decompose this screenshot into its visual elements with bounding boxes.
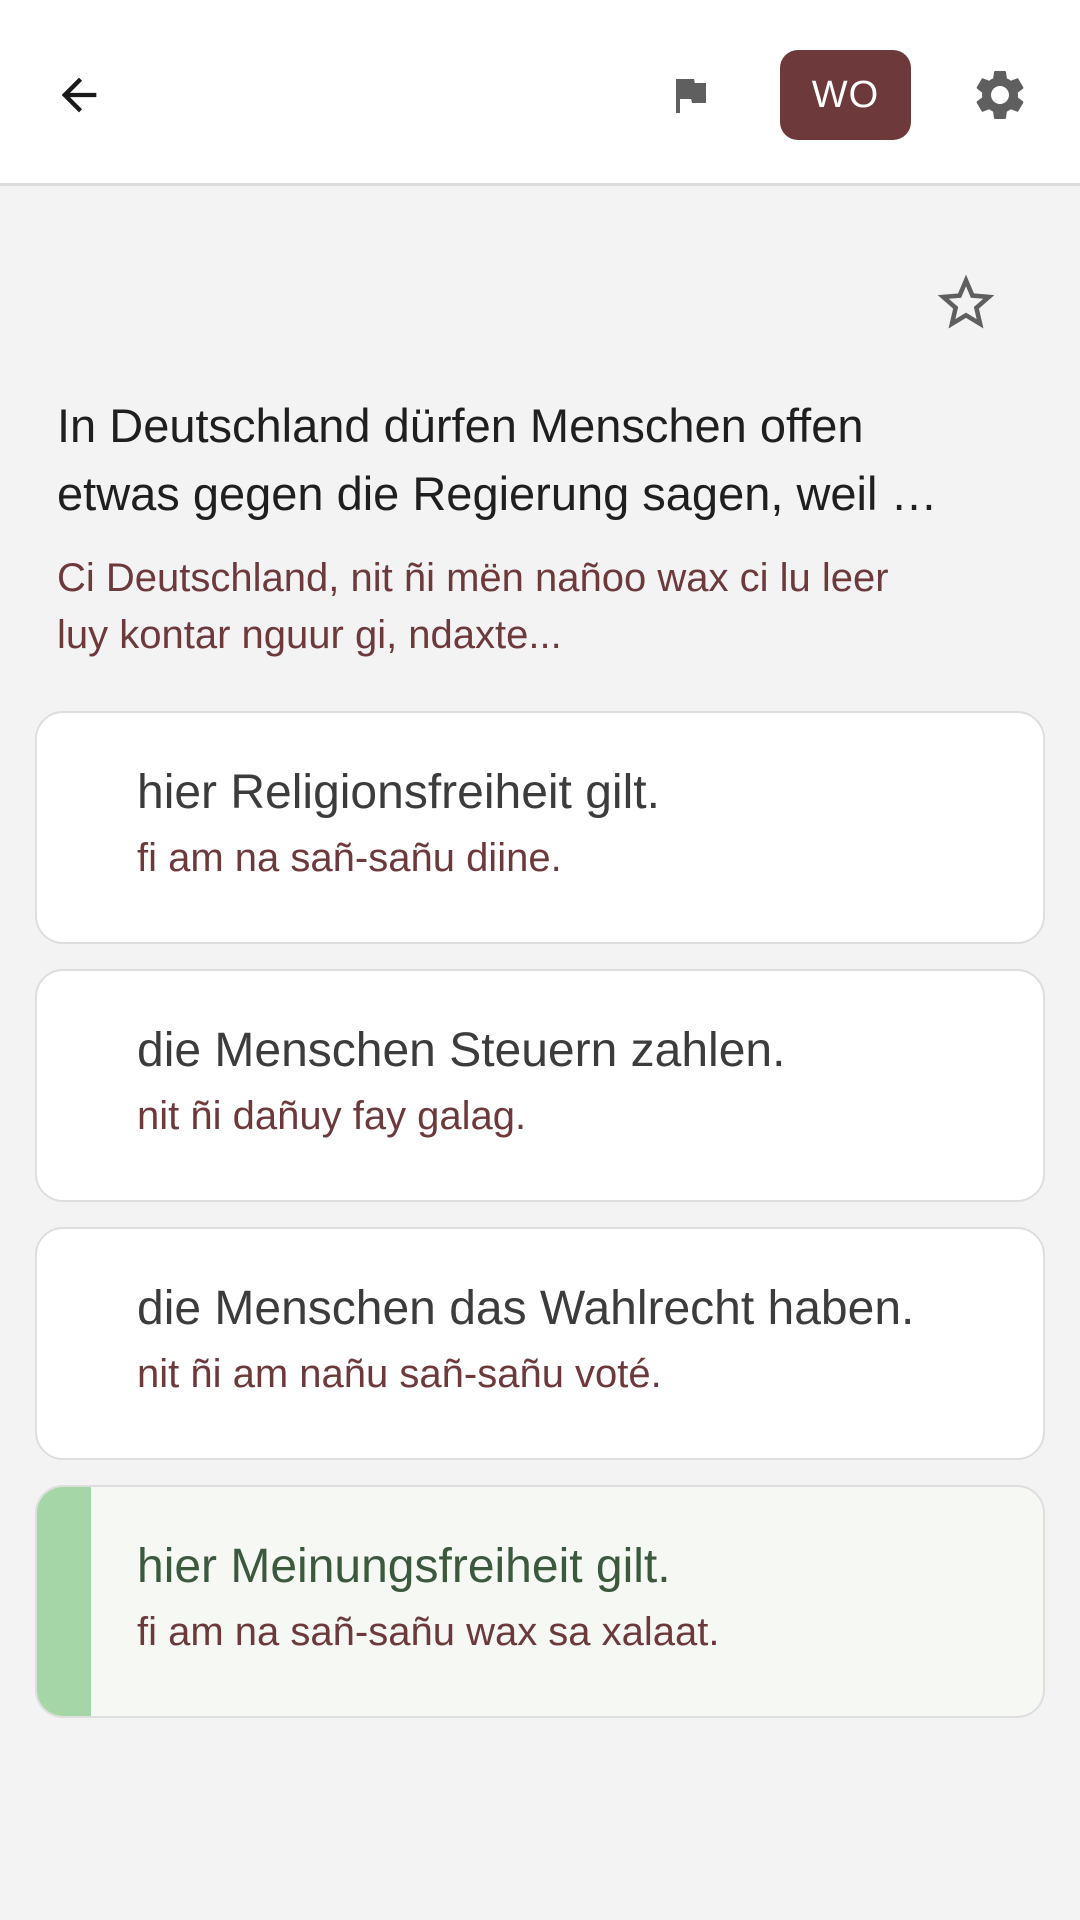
answer-text: hier Meinungsfreiheit gilt. — [137, 1540, 671, 1593]
question-translation: Ci Deutschland, nit ñi mën nañoo wax ci … — [57, 556, 889, 657]
arrow-back-icon — [61, 77, 97, 113]
answer-option-3[interactable]: die Menschen das Wahlrecht haben. nit ñi… — [35, 1227, 1045, 1460]
correct-answer-indicator — [37, 1487, 91, 1716]
answer-option-4-correct[interactable]: hier Meinungsfreiheit gilt. fi am na sañ… — [35, 1485, 1045, 1718]
app-bar: WO — [0, 0, 1080, 186]
question-text: In Deutschland dürfen Menschen offen etw… — [57, 399, 938, 520]
language-button[interactable]: WO — [780, 50, 911, 140]
answer-text: die Menschen das Wahlrecht haben. — [137, 1282, 915, 1335]
favorite-button[interactable] — [932, 268, 1000, 338]
star-outline-icon — [937, 274, 995, 329]
back-button[interactable] — [44, 60, 114, 130]
report-flag-button[interactable] — [655, 60, 725, 130]
answer-translation: fi am na sañ-sañu diine. — [137, 836, 562, 880]
answer-text: hier Religionsfreiheit gilt. — [137, 766, 660, 819]
flag-icon — [676, 79, 706, 113]
answer-translation: fi am na sañ-sañu wax sa xalaat. — [137, 1610, 720, 1654]
settings-button[interactable] — [965, 60, 1035, 130]
answer-translation: nit ñi dañuy fay galag. — [137, 1094, 527, 1138]
answer-translation: nit ñi am nañu sañ-sañu voté. — [137, 1352, 662, 1396]
answer-option-2[interactable]: die Menschen Steuern zahlen. nit ñi dañu… — [35, 969, 1045, 1202]
gear-icon — [976, 70, 1024, 119]
answer-text: die Menschen Steuern zahlen. — [137, 1024, 786, 1077]
answer-option-1[interactable]: hier Religionsfreiheit gilt. fi am na sa… — [35, 711, 1045, 944]
